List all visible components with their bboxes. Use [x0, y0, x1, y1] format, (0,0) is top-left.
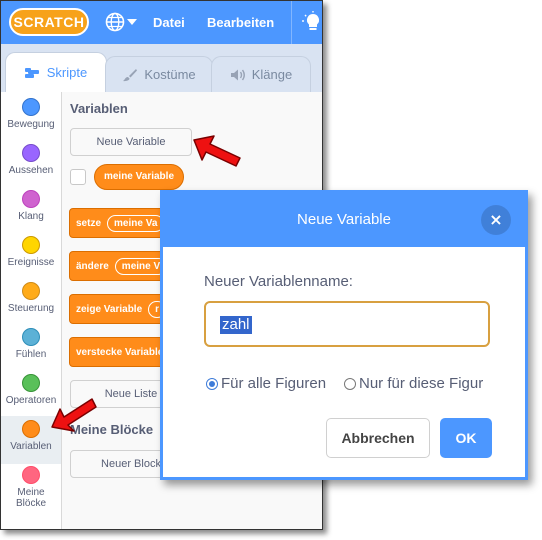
brush-icon — [123, 68, 138, 81]
code-icon — [24, 67, 39, 78]
tab-costumes[interactable]: Kostüme — [105, 56, 213, 92]
radio-icon[interactable] — [344, 377, 356, 390]
set-variable-block[interactable]: setze meine Va — [69, 208, 169, 238]
category-dot — [22, 190, 40, 208]
category-label: Bewegung — [7, 119, 55, 130]
category-dot — [22, 466, 40, 484]
dialog-title: Neue Variable — [163, 193, 525, 247]
cancel-button[interactable]: Abbrechen — [326, 418, 430, 458]
globe-icon[interactable] — [105, 12, 125, 32]
menu-edit[interactable]: Bearbeiten — [207, 15, 274, 30]
tab-sounds[interactable]: Klänge — [211, 56, 311, 92]
category-dot — [22, 282, 40, 300]
category-my-blocks[interactable]: Meine Blöcke — [1, 462, 61, 522]
category-dot — [22, 98, 40, 116]
category-looks[interactable]: Aussehen — [1, 140, 61, 188]
option-this-sprite-only[interactable]: Nur für diese Figur — [344, 375, 483, 392]
category-dot — [22, 374, 40, 392]
variable-name-value: zahl — [220, 316, 252, 334]
category-label: Meine Blöcke — [15, 487, 46, 509]
category-label: Variablen — [10, 441, 52, 452]
new-variable-dialog: Neue Variable × Neuer Variablenname: zah… — [160, 190, 528, 480]
category-control[interactable]: Steuerung — [1, 278, 61, 326]
block-label: ändere — [76, 260, 109, 272]
change-variable-block[interactable]: ändere meine V — [69, 251, 169, 281]
arrow-icon — [51, 398, 97, 432]
variable-slot[interactable]: meine Va — [107, 214, 165, 232]
variable-checkbox[interactable] — [70, 169, 86, 185]
category-events[interactable]: Ereignisse — [1, 232, 61, 280]
option-all-sprites[interactable]: Für alle Figuren — [206, 375, 326, 392]
close-icon[interactable]: × — [481, 205, 511, 235]
tab-code[interactable]: Skripte — [5, 52, 107, 92]
category-dot — [22, 328, 40, 346]
block-label: verstecke Variable — [76, 346, 164, 358]
scratch-logo[interactable]: SCRATCH — [9, 8, 89, 36]
block-label: zeige Variable — [76, 303, 143, 315]
hide-variable-block[interactable]: verstecke Variable — [69, 337, 169, 367]
show-variable-block[interactable]: zeige Variable r — [69, 294, 169, 324]
category-label: Aussehen — [8, 165, 54, 176]
radio-icon[interactable] — [206, 377, 218, 390]
new-variable-button[interactable]: Neue Variable — [70, 128, 192, 156]
category-dot — [22, 144, 40, 162]
block-label: setze — [76, 217, 102, 229]
variable-reporter[interactable]: meine Variable — [94, 164, 184, 190]
menu-file[interactable]: Datei — [153, 15, 185, 30]
menu-bar: SCRATCH Datei Bearbeiten — [1, 1, 322, 44]
category-label: Steuerung — [7, 303, 55, 314]
chevron-down-icon[interactable] — [127, 19, 137, 25]
speaker-icon — [230, 69, 245, 80]
tab-label: Klänge — [251, 67, 293, 82]
option-label: Für alle Figuren — [221, 375, 327, 392]
variables-heading: Variablen — [70, 101, 128, 116]
tab-label: Kostüme — [144, 67, 196, 82]
category-sidebar: Bewegung Aussehen Klang Ereignisse Steue… — [1, 92, 62, 529]
category-sound[interactable]: Klang — [1, 186, 61, 234]
menu-divider — [291, 1, 292, 44]
arrow-icon — [193, 135, 241, 167]
category-label: Ereignisse — [7, 257, 55, 268]
category-label: Fühlen — [15, 349, 47, 360]
category-sensing[interactable]: Fühlen — [1, 324, 61, 372]
variable-name-label: Neuer Variablenname: — [204, 273, 353, 290]
category-motion[interactable]: Bewegung — [1, 94, 61, 142]
tab-label: Skripte — [46, 65, 88, 80]
editor-tabs: Skripte Kostüme Klänge — [1, 44, 322, 92]
category-label: Klang — [18, 211, 44, 222]
category-dot — [22, 236, 40, 254]
ok-button[interactable]: OK — [440, 418, 492, 458]
variable-name-input[interactable]: zahl — [204, 301, 490, 347]
option-label: Nur für diese Figur — [359, 375, 484, 392]
lightbulb-icon[interactable] — [302, 11, 323, 35]
category-dot — [22, 420, 40, 438]
